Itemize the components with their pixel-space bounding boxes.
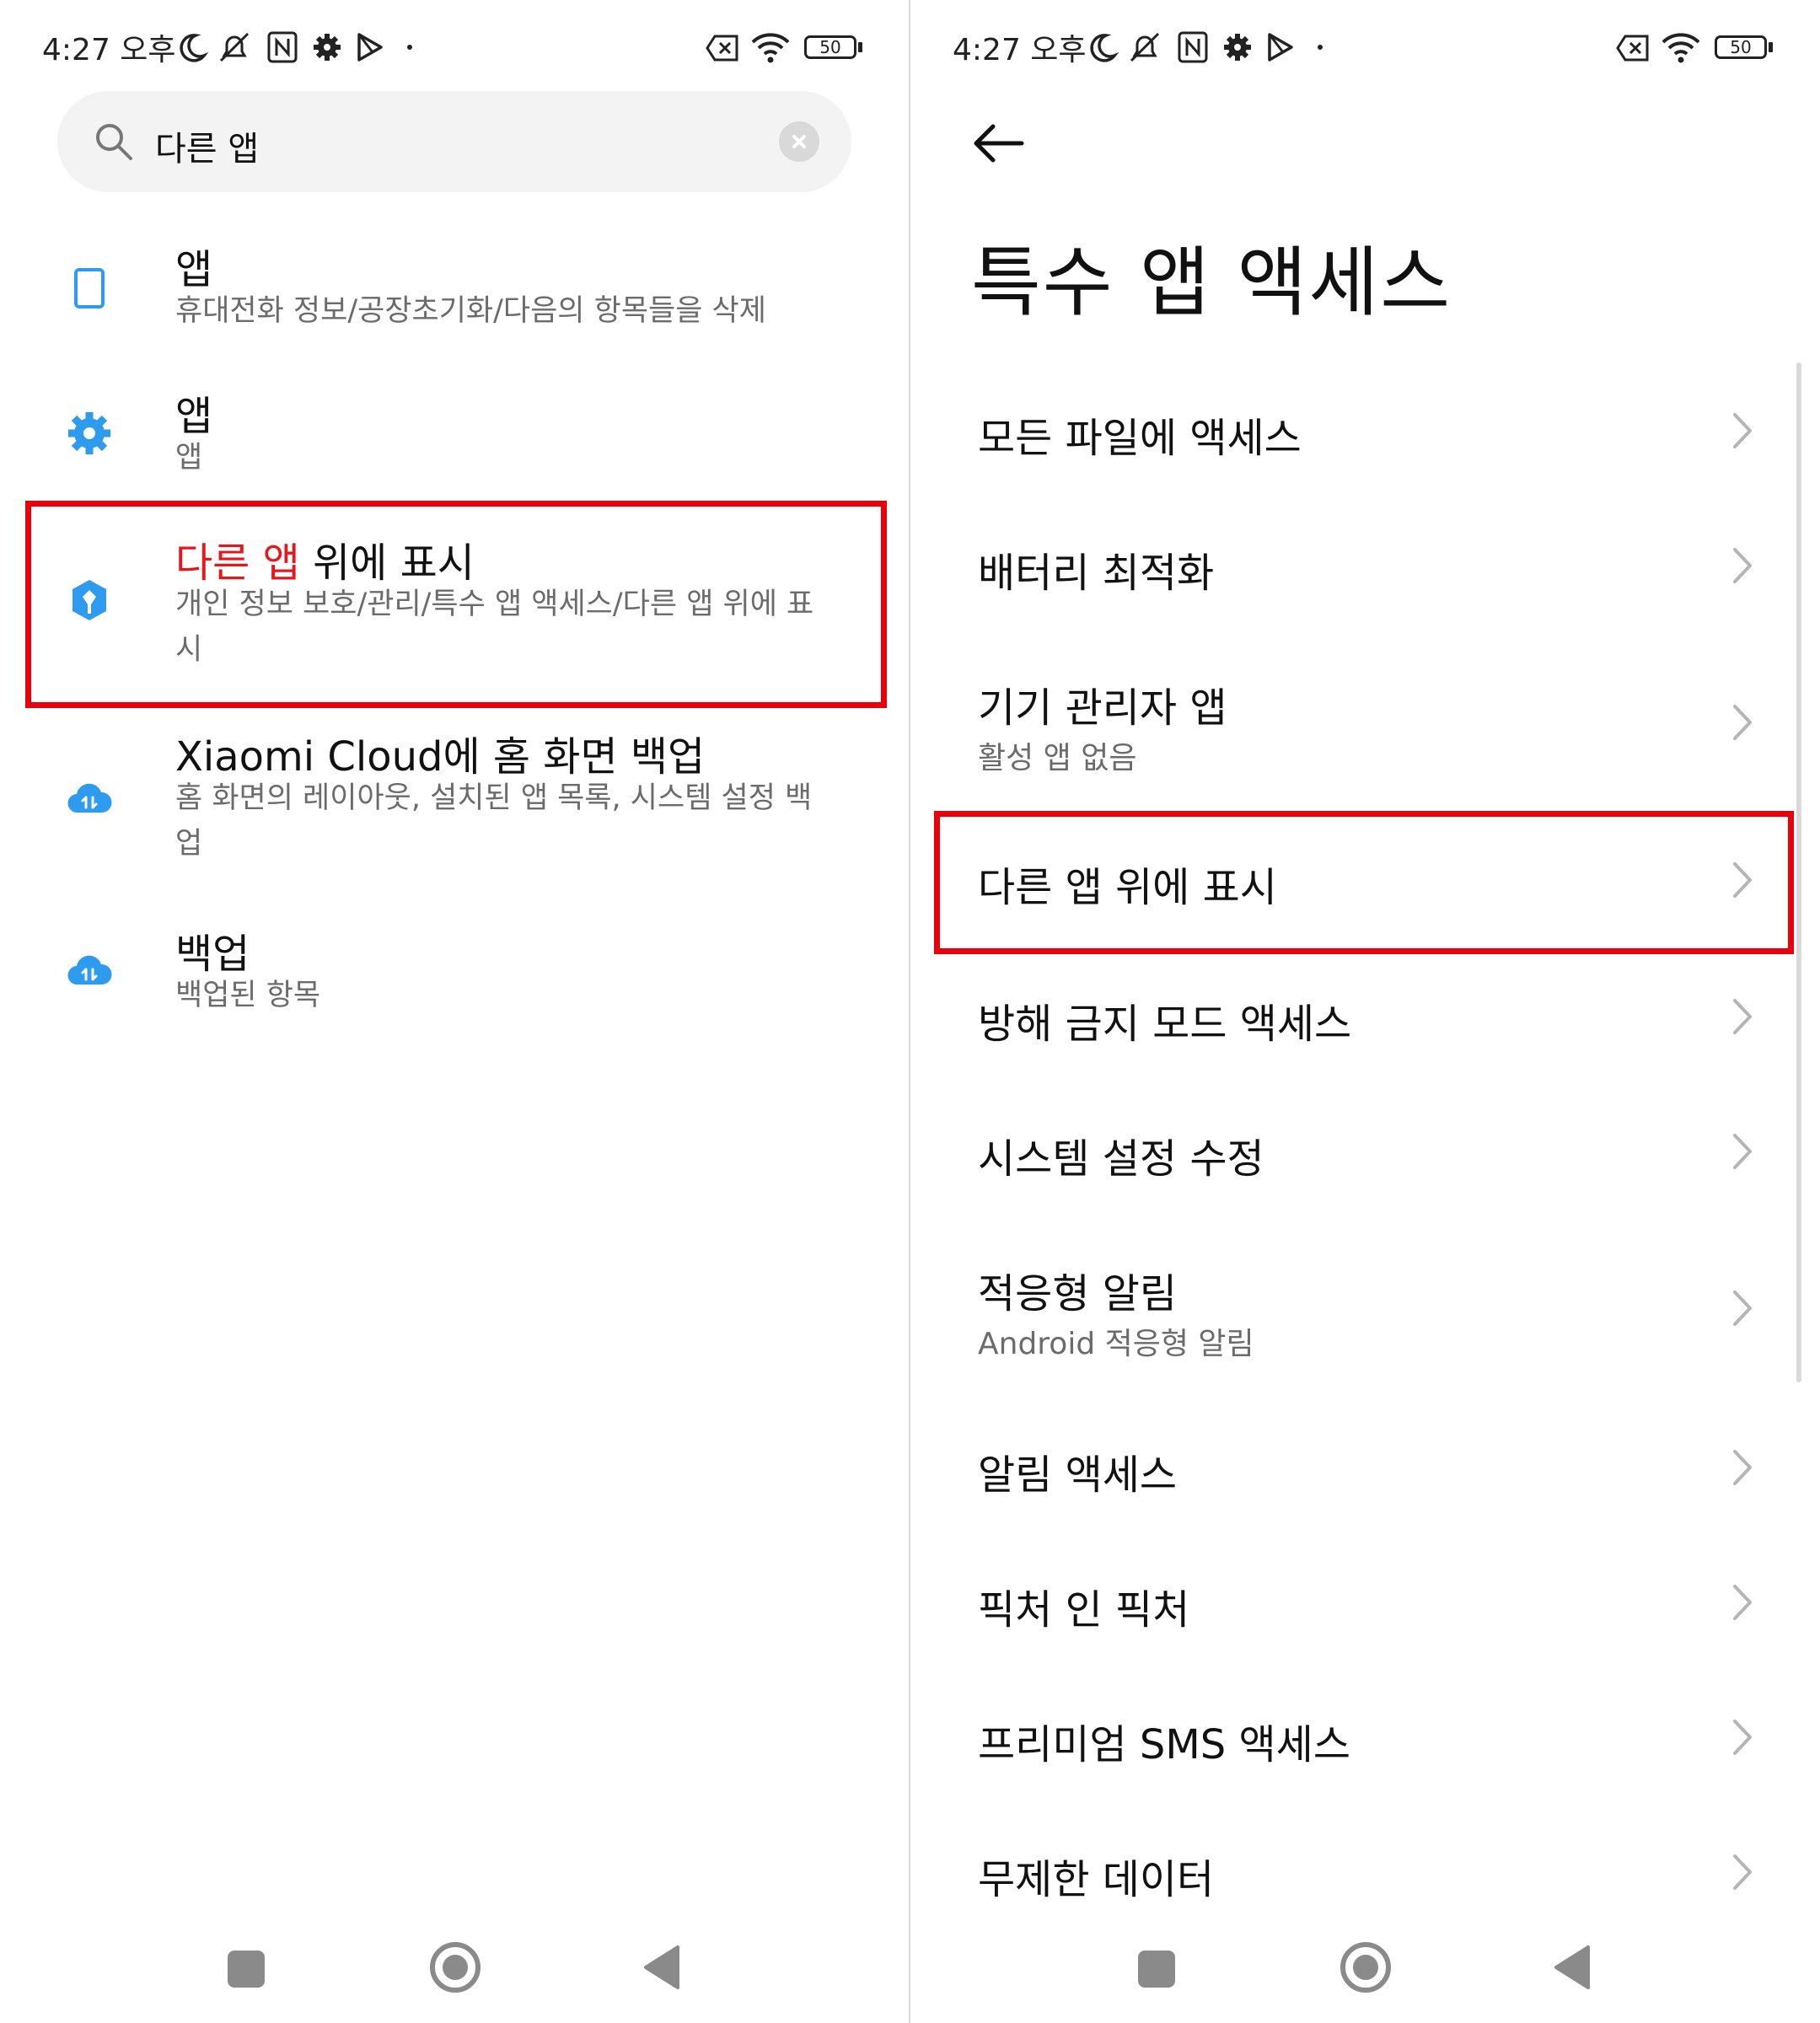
back-nav-button[interactable]	[642, 1944, 681, 1991]
home-button[interactable]	[1339, 1940, 1393, 1994]
navigation-bar	[0, 1930, 909, 2006]
battery-level: 50	[819, 37, 841, 57]
status-bar: 4:27 오후 50	[0, 0, 909, 93]
menu-item-label: 방해 금지 모드 액세스	[978, 1001, 1352, 1048]
title-text: 백업	[175, 931, 250, 978]
nfc-icon	[267, 31, 298, 63]
search-bar[interactable]: 다른 앱	[57, 91, 851, 192]
menu-item-label: 픽처 인 픽처	[978, 1586, 1190, 1634]
menu-item-label: 알림 액세스	[978, 1452, 1178, 1499]
menu-item-unrestricted-data[interactable]: 무제한 데이터	[910, 1821, 1820, 1922]
battery-level: 50	[1730, 37, 1752, 57]
no-sim-icon	[706, 35, 738, 62]
battery-icon: 50	[1715, 35, 1767, 59]
title-text: Xiaomi Cloud에 홈 화면 백업	[175, 733, 706, 781]
gear-status-icon	[1224, 34, 1251, 61]
no-sim-icon	[1616, 35, 1649, 62]
title-text: 앱	[175, 246, 213, 293]
nfc-icon	[1178, 31, 1208, 63]
chevron-right-icon	[1733, 1585, 1752, 1620]
search-result-item[interactable]: 백업 백업된 항목	[0, 914, 909, 1040]
notification-mute-icon	[219, 32, 250, 62]
menu-item-notification-access[interactable]: 알림 액세스	[910, 1416, 1820, 1517]
search-input[interactable]: 다른 앱	[155, 121, 259, 170]
menu-item-all-files-access[interactable]: 모든 파일에 액세스	[910, 379, 1820, 480]
gear-status-icon	[314, 34, 341, 61]
status-bar: 4:27 오후 50	[910, 0, 1820, 93]
play-store-icon	[357, 33, 383, 62]
result-title: 앱	[175, 236, 212, 295]
search-icon	[96, 124, 132, 160]
menu-item-picture-in-picture[interactable]: 픽처 인 픽처	[910, 1551, 1820, 1652]
menu-item-label: 시스템 설정 수정	[978, 1135, 1264, 1183]
recents-button[interactable]	[1138, 1951, 1175, 1988]
menu-item-label: 무제한 데이터	[978, 1856, 1215, 1903]
moon-icon	[1090, 34, 1119, 62]
chevron-right-icon	[1733, 1134, 1752, 1169]
battery-icon: 50	[804, 35, 856, 59]
battery-tip	[858, 42, 862, 52]
result-title: 앱	[175, 383, 212, 442]
notification-mute-icon	[1130, 32, 1160, 62]
menu-item-sub: 활성 앱 없음	[978, 741, 1137, 775]
search-result-item[interactable]: Xiaomi Cloud에 홈 화면 백업 홈 화면의 레이아웃, 설치된 앱 …	[0, 716, 909, 885]
dot-icon	[407, 45, 412, 50]
wifi-icon	[751, 33, 790, 63]
highlight-box	[934, 811, 1794, 954]
search-result-item[interactable]: 앱 휴대전화 정보/공장초기화/다음의 항목들을 삭제	[0, 229, 909, 356]
phone-outline-icon	[74, 268, 105, 309]
result-subtitle: 앱	[175, 441, 203, 475]
chevron-right-icon	[1733, 1450, 1752, 1485]
result-subtitle: 백업된 항목	[175, 979, 321, 1012]
cloud-sync-icon	[67, 955, 112, 985]
search-result-item[interactable]: 앱 앱	[0, 376, 909, 502]
chevron-right-icon	[1733, 413, 1752, 448]
menu-item-adaptive-notifications[interactable]: 적응형 알림 Android 적응형 알림	[910, 1235, 1820, 1370]
chevron-right-icon	[1733, 705, 1752, 740]
recents-button[interactable]	[228, 1951, 265, 1988]
navigation-bar	[910, 1930, 1820, 2006]
status-time: 4:27 오후	[953, 33, 1087, 67]
highlight-box	[25, 501, 887, 708]
clear-search-button[interactable]	[779, 121, 819, 162]
dot-icon	[1318, 45, 1323, 50]
menu-item-premium-sms-access[interactable]: 프리미엄 SMS 액세스	[910, 1686, 1820, 1787]
chevron-right-icon	[1733, 999, 1752, 1034]
result-title: Xiaomi Cloud에 홈 화면 백업	[175, 723, 705, 782]
menu-item-label: 기기 관리자 앱	[978, 684, 1227, 732]
title-text: 앱	[175, 393, 213, 440]
menu-item-modify-system-settings[interactable]: 시스템 설정 수정	[910, 1100, 1820, 1201]
menu-item-label: 적응형 알림	[978, 1270, 1178, 1317]
menu-item-label: 배터리 최적화	[978, 550, 1215, 597]
menu-item-label: 모든 파일에 액세스	[978, 415, 1302, 462]
page-title: 특수 앱 액세스	[971, 239, 1452, 327]
home-button[interactable]	[428, 1940, 482, 1994]
chevron-right-icon	[1733, 1291, 1752, 1326]
search-panel: 4:27 오후 50 다른 앱 앱 휴대전화 정보/공장초기화/다음의 항목들을…	[0, 0, 910, 2023]
play-store-icon	[1268, 33, 1293, 62]
menu-item-do-not-disturb-access[interactable]: 방해 금지 모드 액세스	[910, 965, 1820, 1066]
special-app-access-panel: 4:27 오후 50 특수 앱 액세스 모든 파일에 액세스 배터리 최적화 기…	[910, 0, 1820, 2023]
back-arrow-button[interactable]	[969, 118, 1028, 169]
status-time: 4:27 오후	[42, 33, 176, 67]
menu-item-label: 프리미엄 SMS 액세스	[978, 1721, 1350, 1768]
menu-item-sub: Android 적응형 알림	[978, 1327, 1254, 1361]
result-subtitle: 홈 화면의 레이아웃, 설치된 앱 목록, 시스템 설정 백업	[175, 781, 813, 861]
settings-gear-icon	[68, 412, 110, 454]
chevron-right-icon	[1733, 1854, 1752, 1890]
result-subtitle: 휴대전화 정보/공장초기화/다음의 항목들을 삭제	[175, 294, 766, 328]
chevron-right-icon	[1733, 1720, 1752, 1755]
menu-item-device-admin-apps[interactable]: 기기 관리자 앱 활성 앱 없음	[910, 649, 1820, 784]
chevron-right-icon	[1733, 548, 1752, 583]
wifi-icon	[1662, 33, 1700, 63]
result-title: 백업	[175, 920, 250, 979]
moon-icon	[180, 34, 209, 62]
close-icon	[792, 135, 806, 148]
cloud-sync-icon	[67, 783, 112, 813]
battery-tip	[1769, 42, 1773, 52]
back-nav-button[interactable]	[1553, 1944, 1592, 1991]
menu-item-battery-optimization[interactable]: 배터리 최적화	[910, 514, 1820, 615]
